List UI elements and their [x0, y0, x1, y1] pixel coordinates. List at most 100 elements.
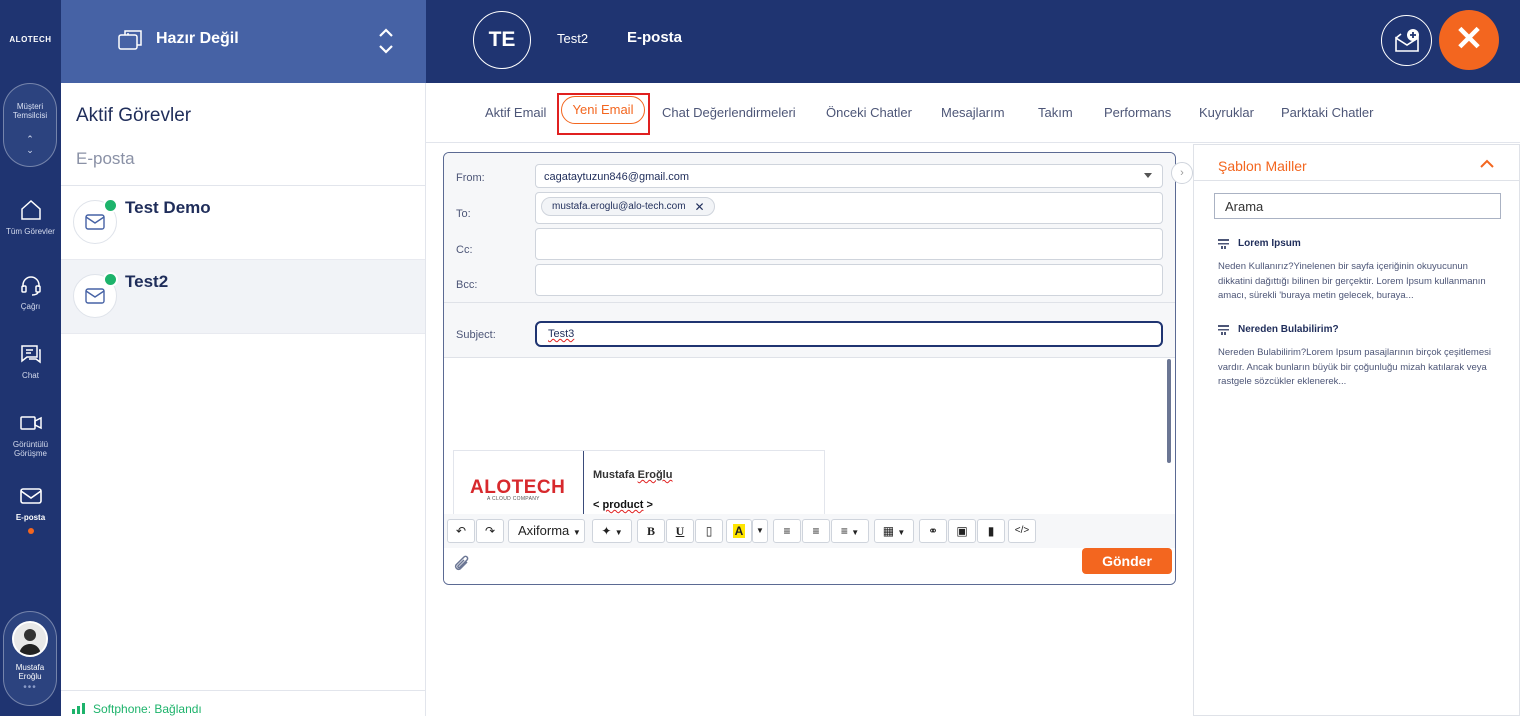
bcc-field[interactable]: [535, 264, 1163, 296]
chevron-right-icon[interactable]: ›: [1171, 162, 1193, 184]
signature-last-name: Eroğlu: [637, 469, 673, 481]
from-label: From:: [456, 172, 485, 184]
signature-product: < product >: [593, 499, 653, 511]
active-tasks-panel: Aktif Görevler E-posta Test Demo Test2 S…: [61, 83, 426, 716]
contact-avatar: TE: [473, 11, 531, 69]
to-field[interactable]: mustafa.eroglu@alo-tech.com ✕: [535, 192, 1163, 224]
template-title: Lorem Ipsum: [1238, 238, 1301, 249]
task-row[interactable]: Test2: [61, 260, 425, 334]
nav-label: Çağrı: [20, 302, 41, 311]
online-status-dot: [103, 198, 118, 213]
mail-plus-icon: [1395, 29, 1419, 52]
agent-status-bar[interactable]: Hazır Değil: [61, 0, 426, 83]
video-icon[interactable]: ▮: [977, 519, 1005, 543]
tab-parked-chats[interactable]: Parktaki Chatler: [1281, 105, 1373, 120]
cc-field[interactable]: [535, 228, 1163, 260]
nav-item-video[interactable]: Görüntülü Görüşme: [0, 411, 61, 458]
notification-dot: [27, 528, 34, 534]
underline-icon[interactable]: U: [666, 519, 694, 543]
recipient-email: mustafa.eroglu@alo-tech.com: [552, 201, 686, 212]
remove-recipient-icon[interactable]: ✕: [694, 200, 704, 214]
tab-active-email[interactable]: Aktif Email: [485, 105, 546, 120]
channel-subtitle: E-posta: [76, 149, 135, 168]
bold-icon[interactable]: B: [637, 519, 665, 543]
signature-product-word: product: [602, 499, 644, 511]
user-name: Mustafa Eroğlu: [15, 663, 45, 681]
video-icon: [19, 416, 42, 430]
compose-footer: Gönder: [444, 548, 1175, 584]
undo-icon[interactable]: ↶: [447, 519, 475, 543]
code-view-icon[interactable]: </>: [1008, 519, 1036, 543]
template-description: Neden Kullanırız?Yinelenen bir sayfa içe…: [1218, 261, 1486, 301]
table-icon[interactable]: ▦ ▼: [874, 519, 914, 543]
signature-name: Mustafa Eroğlu: [593, 469, 672, 481]
template-panel-title: Şablon Mailler: [1218, 158, 1307, 174]
chevron-updown-icon: ⌃ ⌄: [26, 134, 34, 155]
from-select[interactable]: cagataytuzun846@gmail.com: [535, 164, 1163, 188]
close-icon[interactable]: ✕: [1439, 10, 1499, 70]
mail-icon: [19, 488, 42, 504]
signature-divider: [583, 451, 584, 519]
subject-row: Subject: Test3: [444, 303, 1175, 358]
conversation-header: TE Test2 E-posta ✕: [426, 0, 1520, 83]
image-icon[interactable]: ▣: [948, 519, 976, 543]
eraser-icon[interactable]: ▯: [695, 519, 723, 543]
attachment-icon[interactable]: [452, 553, 472, 575]
template-search-input[interactable]: Arama: [1214, 193, 1501, 219]
editor-scrollbar[interactable]: [1167, 359, 1171, 463]
nav-item-chat[interactable]: Chat: [0, 342, 61, 380]
nav-label: Tüm Görevler: [6, 227, 55, 236]
task-name: Test2: [125, 272, 169, 291]
template-title: Nereden Bulabilirim?: [1238, 324, 1339, 335]
mail-icon: [85, 214, 105, 230]
role-selector[interactable]: Müşteri Temsilcisi ⌃ ⌄: [3, 83, 57, 167]
recipient-chip: mustafa.eroglu@alo-tech.com ✕: [541, 197, 715, 216]
nav-label: E-posta: [15, 513, 46, 522]
font-family-select[interactable]: Axiforma ▼: [508, 519, 585, 543]
nav-item-call[interactable]: Çağrı: [0, 273, 61, 311]
signature-product-suffix: >: [643, 499, 653, 511]
subject-input[interactable]: Test3: [535, 321, 1163, 347]
link-icon[interactable]: ⚭: [919, 519, 947, 543]
app-window: ALOTECH Müşteri Temsilcisi ⌃ ⌄ Tüm Görevl…: [0, 0, 1520, 716]
send-button[interactable]: Gönder: [1082, 548, 1172, 574]
divider: [1194, 180, 1519, 181]
to-label: To:: [456, 208, 471, 220]
role-label: Müşteri Temsilcisi: [12, 102, 48, 120]
align-icon[interactable]: ≡ ▼: [831, 519, 869, 543]
numbered-list-icon[interactable]: ≡: [802, 519, 830, 543]
chevron-down-icon[interactable]: ▼: [752, 519, 768, 543]
signature-first-name: Mustafa: [593, 469, 635, 481]
email-body-editor[interactable]: ALOTECH A CLOUD COMPANY Mustafa Eroğlu <…: [444, 359, 1175, 519]
online-status-dot: [103, 272, 118, 287]
signal-bars-icon: [72, 703, 85, 714]
more-dots-icon: •••: [23, 682, 37, 693]
bullet-list-icon[interactable]: ≡: [773, 519, 801, 543]
recipient-fields: From: cagataytuzun846@gmail.com To: must…: [444, 153, 1175, 303]
chevron-up-icon[interactable]: [1480, 159, 1494, 169]
chevron-updown-icon[interactable]: [376, 26, 396, 56]
tab-performance[interactable]: Performans: [1104, 105, 1171, 120]
tab-previous-chats[interactable]: Önceki Chatler: [826, 105, 912, 120]
nav-label: Görüntülü Görüşme: [12, 440, 49, 458]
tab-my-messages[interactable]: Mesajlarım: [941, 105, 1005, 120]
user-menu[interactable]: Mustafa Eroğlu •••: [3, 611, 57, 706]
task-row[interactable]: Test Demo: [61, 186, 425, 260]
redo-icon[interactable]: ↷: [476, 519, 504, 543]
new-email-button[interactable]: [1381, 15, 1432, 66]
mail-icon: [85, 288, 105, 304]
template-icon: [1218, 239, 1229, 249]
left-rail: ALOTECH Müşteri Temsilcisi ⌃ ⌄ Tüm Görevl…: [0, 0, 61, 716]
template-description: Nereden Bulabilirim?Lorem Ipsum pasajlar…: [1218, 347, 1491, 387]
tab-chat-ratings[interactable]: Chat Değerlendirmeleri: [662, 105, 796, 120]
nav-item-all-tasks[interactable]: Tüm Görevler: [0, 198, 61, 236]
tab-team[interactable]: Takım: [1038, 105, 1073, 120]
softphone-status: Softphone: Bağlandı: [61, 690, 425, 716]
home-icon: [20, 199, 41, 220]
tab-queues[interactable]: Kuyruklar: [1199, 105, 1254, 120]
magic-wand-icon[interactable]: ✦ ▼: [592, 519, 632, 543]
nav-label: Chat: [22, 371, 39, 380]
avatar: [12, 621, 48, 657]
nav-item-email[interactable]: E-posta: [0, 484, 61, 534]
text-color-icon[interactable]: A: [726, 519, 752, 543]
